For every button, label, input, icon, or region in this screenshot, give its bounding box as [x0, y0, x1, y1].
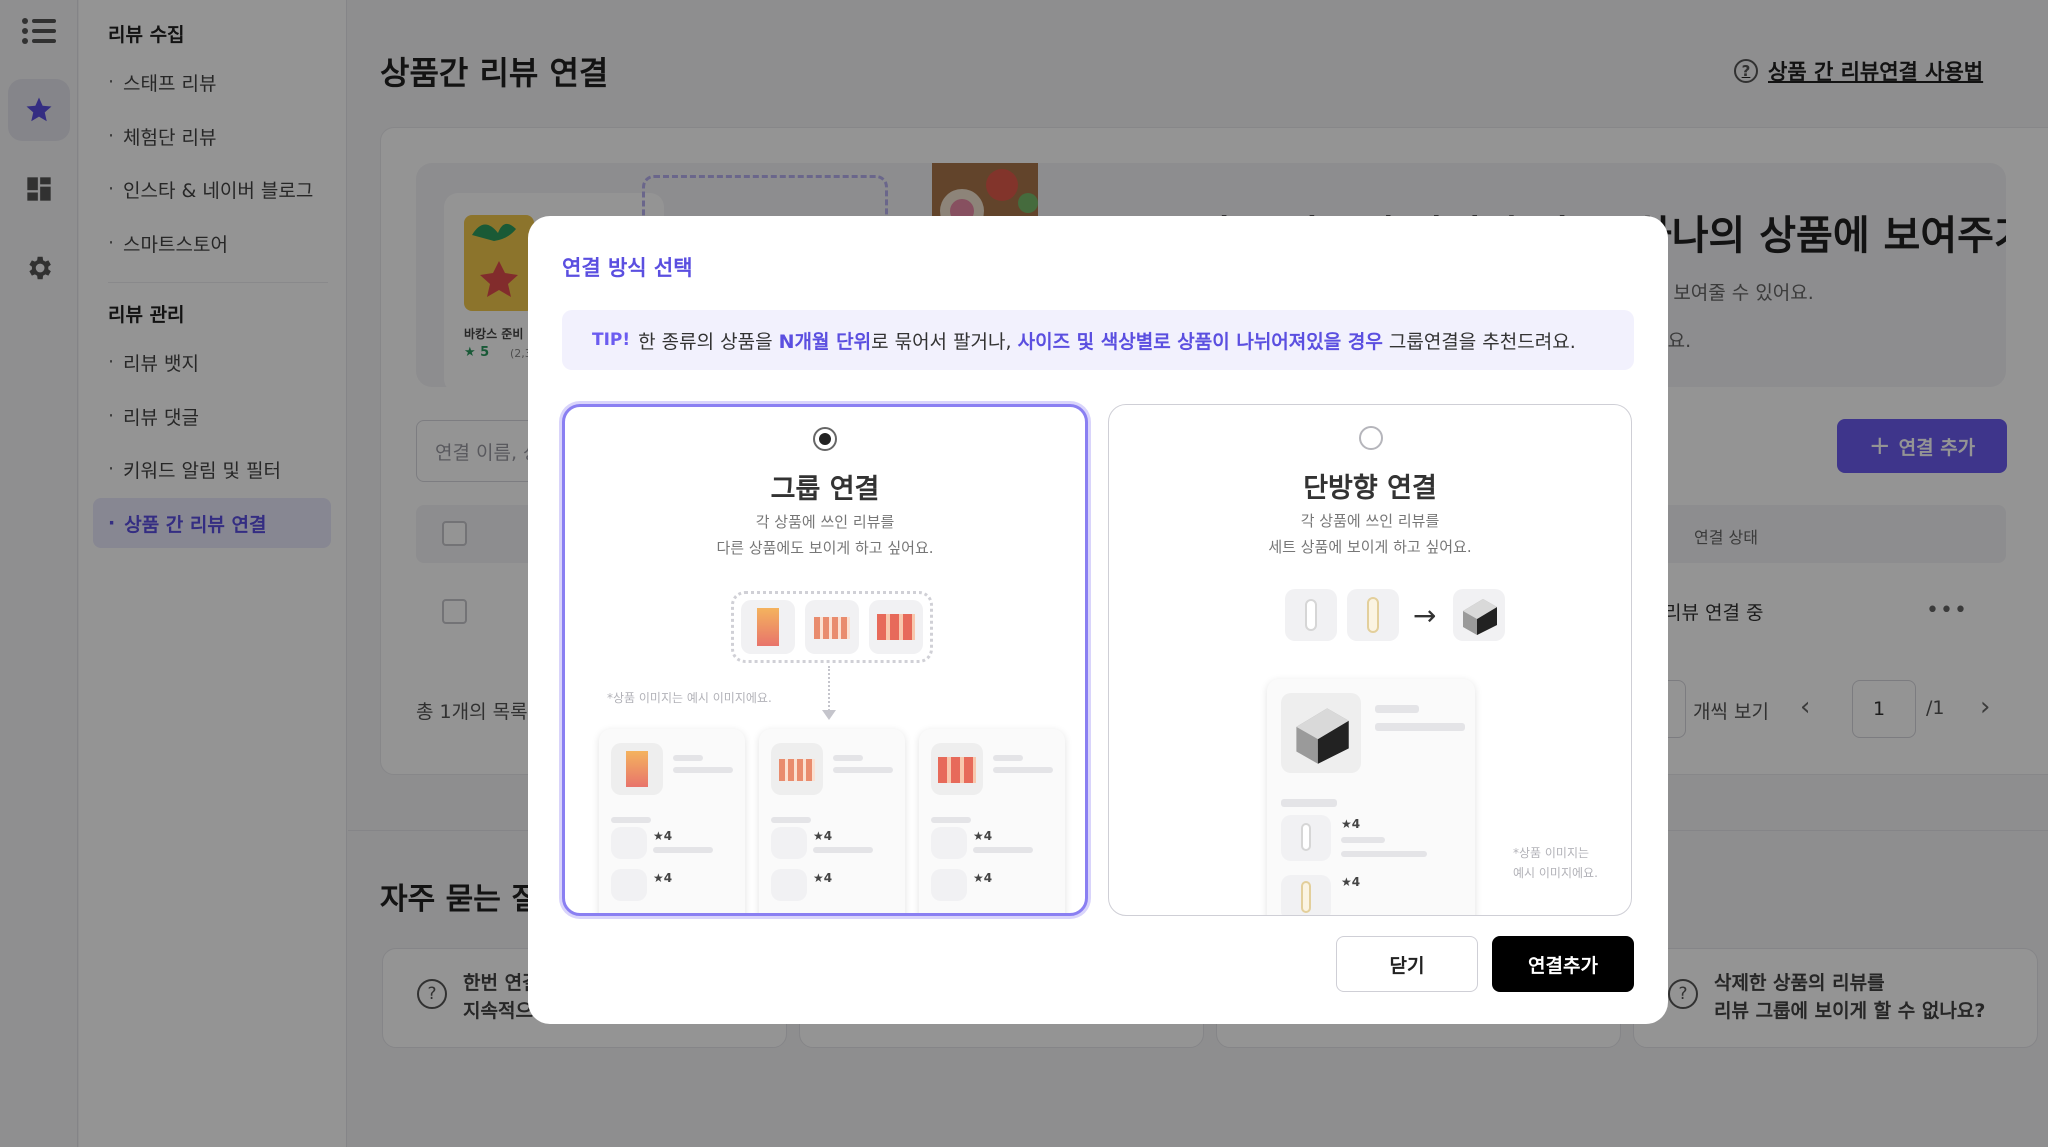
set-product-thumb — [1453, 589, 1505, 641]
example-card: ★4 ★4 — [1267, 679, 1475, 915]
arrow-down-line — [828, 666, 830, 714]
tip-highlight: 사이즈 및 색상별로 상품이 나뉘어져있을 경우 — [1017, 330, 1383, 353]
modal-title: 연결 방식 선택 — [562, 256, 693, 280]
tip-box: TIP! 한 종류의 상품을 N개월 단위 로 묶어서 팔거나, 사이즈 및 색… — [562, 310, 1634, 370]
confirm-add-button[interactable]: 연결추가 — [1492, 936, 1634, 992]
option-description: 각 상품에 쓰인 리뷰를 다른 상품에도 보이게 하고 싶어요. — [716, 513, 934, 557]
option-description: 각 상품에 쓰인 리뷰를 세트 상품에 보이게 하고 싶어요. — [1268, 512, 1472, 556]
example-card: ★4 ★4 — [919, 729, 1065, 913]
example-note: *상품 이미지는 예시 이미지에요. — [1513, 846, 1598, 880]
tip-text: 로 묶어서 팔거나, — [871, 330, 1012, 353]
link-type-modal: 연결 방식 선택 TIP! 한 종류의 상품을 N개월 단위 로 묶어서 팔거나… — [528, 216, 1668, 1024]
option-title: 단방향 연결 — [1303, 473, 1437, 504]
tip-highlight: N개월 단위 — [778, 330, 872, 353]
product-thumb — [741, 600, 795, 654]
arrow-down-icon — [822, 710, 836, 720]
product-thumb — [805, 600, 859, 654]
product-thumb — [869, 600, 923, 654]
radio-group-link[interactable] — [813, 427, 837, 451]
example-card: ★4 ★4 — [759, 729, 905, 913]
option-title: 그룹 연결 — [770, 474, 880, 505]
product-thumb — [1285, 589, 1337, 641]
option-oneway-link[interactable]: 단방향 연결 각 상품에 쓰인 리뷰를 세트 상품에 보이게 하고 싶어요. →… — [1108, 404, 1632, 916]
tip-text: 그룹연결을 추천드려요. — [1388, 330, 1576, 353]
arrow-right-icon: → — [1413, 599, 1437, 632]
tip-text: 한 종류의 상품을 — [638, 330, 773, 353]
option-group-link[interactable]: 그룹 연결 각 상품에 쓰인 리뷰를 다른 상품에도 보이게 하고 싶어요. *… — [562, 404, 1088, 916]
close-button[interactable]: 닫기 — [1336, 936, 1478, 992]
product-thumb — [1347, 589, 1399, 641]
radio-oneway-link[interactable] — [1359, 426, 1383, 450]
tip-label: TIP! — [592, 330, 631, 350]
example-card: ★4 ★4 — [599, 729, 745, 913]
example-note: *상품 이미지는 예시 이미지에요. — [607, 691, 772, 705]
